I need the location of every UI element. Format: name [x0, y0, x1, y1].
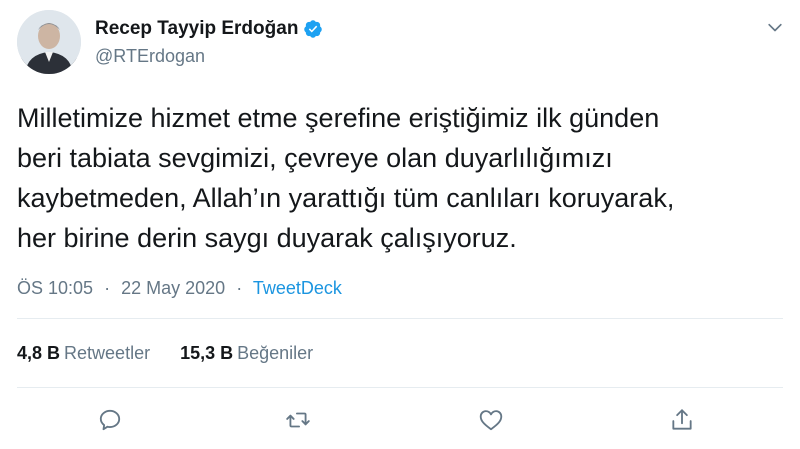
name-row: Recep Tayyip Erdoğan [95, 18, 323, 40]
meta-separator: · [236, 278, 243, 298]
likes-label: Beğeniler [237, 343, 314, 363]
retweets-label: Retweetler [64, 343, 151, 363]
tweet-date[interactable]: 22 May 2020 [121, 278, 225, 298]
heart-icon [479, 410, 503, 431]
chevron-down-icon[interactable] [765, 18, 785, 38]
retweets-count: 4,8 B [17, 343, 61, 363]
share-button[interactable] [667, 405, 697, 435]
tweet-time[interactable]: ÖS 10:05 [17, 278, 93, 298]
display-name[interactable]: Recep Tayyip Erdoğan [95, 18, 298, 40]
share-icon [672, 409, 692, 430]
tweet-card: Recep Tayyip Erdoğan @RTErdogan Milletim… [0, 0, 800, 449]
reply-button[interactable] [95, 405, 125, 435]
retweet-icon [286, 412, 310, 428]
profile-photo-icon [17, 10, 81, 74]
divider [17, 318, 783, 319]
tweet-meta: ÖS 10:05 · 22 May 2020 · TweetDeck [17, 278, 342, 299]
retweet-button[interactable] [283, 405, 313, 435]
tweet-text: Milletimize hizmet etme şerefine eriştiğ… [17, 103, 675, 253]
reply-icon [99, 409, 121, 431]
verified-badge-icon [303, 19, 323, 39]
likes-stat[interactable]: 15,3 B Beğeniler [180, 343, 313, 364]
avatar[interactable] [17, 10, 81, 74]
divider [17, 387, 783, 388]
tweet-header: Recep Tayyip Erdoğan @RTErdogan [17, 10, 787, 76]
retweets-stat[interactable]: 4,8 B Retweetler [17, 343, 150, 364]
tweet-stats: 4,8 B Retweetler 15,3 B Beğeniler [17, 343, 343, 364]
tweet-source-link[interactable]: TweetDeck [253, 278, 342, 298]
meta-separator: · [104, 278, 111, 298]
tweet-actions [0, 405, 800, 435]
likes-count: 15,3 B [180, 343, 234, 363]
like-button[interactable] [476, 405, 506, 435]
user-handle[interactable]: @RTErdogan [95, 46, 205, 67]
